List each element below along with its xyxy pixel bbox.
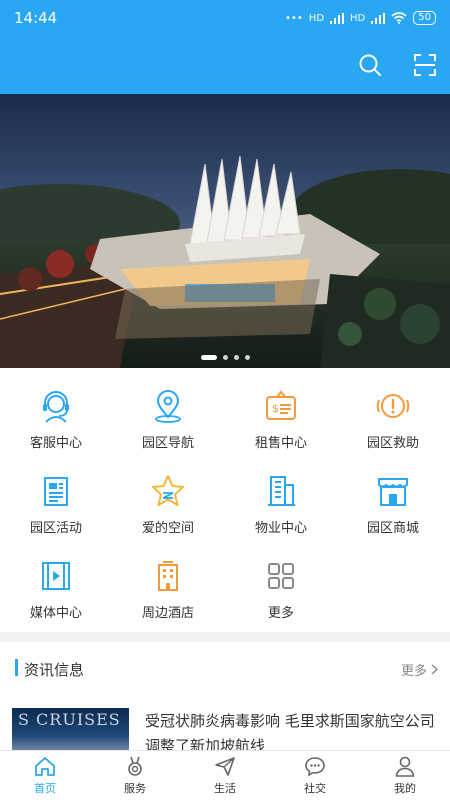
grid-item-park-navigation[interactable]: 园区导航 bbox=[112, 368, 224, 452]
news-thumbnail: S CRUISES bbox=[12, 708, 129, 750]
tab-label: 服务 bbox=[124, 782, 146, 795]
user-icon bbox=[395, 756, 415, 777]
news-thumbnail-text: S CRUISES bbox=[18, 710, 121, 729]
section-accent-bar bbox=[15, 659, 18, 676]
status-bar: 14:44 ••• HD HD 50 bbox=[0, 0, 450, 36]
tab-home[interactable]: 首页 bbox=[0, 751, 90, 800]
star-icon bbox=[152, 475, 184, 506]
headset-icon bbox=[43, 391, 69, 423]
grid-label: 更多 bbox=[267, 606, 294, 621]
grid-item-more[interactable]: 更多 bbox=[225, 538, 337, 622]
grid-item-property-center[interactable]: 物业中心 bbox=[225, 453, 337, 537]
grid-item-park-mall[interactable]: 园区商城 bbox=[337, 453, 449, 537]
film-icon bbox=[42, 562, 70, 590]
network-label-1: HD bbox=[308, 12, 325, 24]
grid-item-love-space[interactable]: 爱的空间 bbox=[112, 453, 224, 537]
tab-label: 首页 bbox=[34, 782, 56, 795]
grid-label: 园区商城 bbox=[366, 521, 419, 536]
svg-text:$: $ bbox=[272, 402, 279, 415]
scan-icon[interactable] bbox=[413, 53, 437, 77]
chat-bubble-icon bbox=[305, 757, 325, 777]
tab-social[interactable]: 社交 bbox=[270, 751, 360, 800]
carousel-dot-2[interactable] bbox=[222, 355, 228, 360]
news-more-label: 更多 bbox=[400, 664, 427, 679]
grid-item-customer-service[interactable]: 客服中心 bbox=[0, 368, 112, 452]
hotel-icon bbox=[158, 561, 178, 591]
carousel-dot-3[interactable] bbox=[233, 355, 239, 360]
bottom-tab-bar: 首页 服务 生活 社交 我的 bbox=[0, 750, 450, 800]
tab-label: 社交 bbox=[304, 782, 326, 795]
carousel-dot-4[interactable] bbox=[244, 355, 250, 360]
tab-life[interactable]: 生活 bbox=[180, 751, 270, 800]
grid-label: 园区活动 bbox=[29, 521, 82, 536]
chevron-right-icon bbox=[431, 664, 438, 675]
grid-item-media-center[interactable]: 媒体中心 bbox=[0, 538, 112, 622]
tab-services[interactable]: 服务 bbox=[90, 751, 180, 800]
tab-label: 我的 bbox=[394, 782, 416, 795]
grid-label: 客服中心 bbox=[29, 436, 82, 451]
home-icon bbox=[35, 757, 55, 776]
grid-item-nearby-hotels[interactable]: 周边酒店 bbox=[112, 538, 224, 622]
medal-icon bbox=[128, 756, 142, 776]
tab-label: 生活 bbox=[214, 782, 236, 795]
grid-label: 租售中心 bbox=[254, 436, 307, 451]
status-icons: ••• HD HD 50 bbox=[285, 11, 436, 25]
price-tag-icon: $ bbox=[266, 390, 296, 420]
news-list-item[interactable]: S CRUISES 受冠状肺炎病毒影响 毛里求斯国家航空公司调整了新加坡航线 bbox=[0, 698, 450, 750]
news-item-title: 受冠状肺炎病毒影响 毛里求斯国家航空公司调整了新加坡航线 bbox=[145, 712, 435, 750]
grid-item-park-events[interactable]: 园区活动 bbox=[0, 453, 112, 537]
alert-icon bbox=[376, 394, 410, 418]
building-icon bbox=[268, 476, 295, 506]
battery-indicator: 50 bbox=[413, 11, 436, 25]
grid-item-rental-sales[interactable]: $ 租售中心 bbox=[225, 368, 337, 452]
grid-label: 物业中心 bbox=[254, 521, 307, 536]
signal-icon-2 bbox=[371, 12, 386, 24]
news-more-link[interactable]: 更多 bbox=[401, 660, 438, 679]
grid-label: 媒体中心 bbox=[29, 606, 82, 621]
tab-me[interactable]: 我的 bbox=[360, 751, 450, 800]
wifi-icon bbox=[391, 12, 407, 24]
grid-label: 爱的空间 bbox=[141, 521, 194, 536]
signal-icon bbox=[330, 12, 345, 24]
more-grid-icon bbox=[268, 563, 294, 589]
network-label-2: HD bbox=[350, 12, 366, 24]
shop-icon bbox=[378, 478, 408, 506]
more-dots-icon: ••• bbox=[285, 12, 303, 24]
paper-plane-icon bbox=[215, 757, 235, 776]
news-section-header: 资讯信息 更多 bbox=[0, 642, 450, 698]
newspaper-icon bbox=[44, 477, 68, 506]
location-pin-icon bbox=[155, 390, 181, 423]
app-header bbox=[0, 36, 450, 94]
carousel-dot-1[interactable] bbox=[200, 355, 217, 360]
grid-label: 园区导航 bbox=[141, 436, 194, 451]
status-time: 14:44 bbox=[14, 9, 58, 27]
carousel-indicator bbox=[0, 355, 450, 360]
function-grid: 客服中心 园区导航 $ 租售中心 园区救助 园区活动 爱的空间 物业中心 园区商… bbox=[0, 368, 450, 632]
grid-label: 周边酒店 bbox=[141, 606, 194, 621]
grid-label: 园区救助 bbox=[366, 436, 419, 451]
search-icon[interactable] bbox=[358, 53, 382, 77]
banner-carousel[interactable] bbox=[0, 94, 450, 368]
banner-image bbox=[0, 94, 450, 368]
grid-item-park-rescue[interactable]: 园区救助 bbox=[337, 368, 449, 452]
news-section-title: 资讯信息 bbox=[24, 661, 85, 679]
